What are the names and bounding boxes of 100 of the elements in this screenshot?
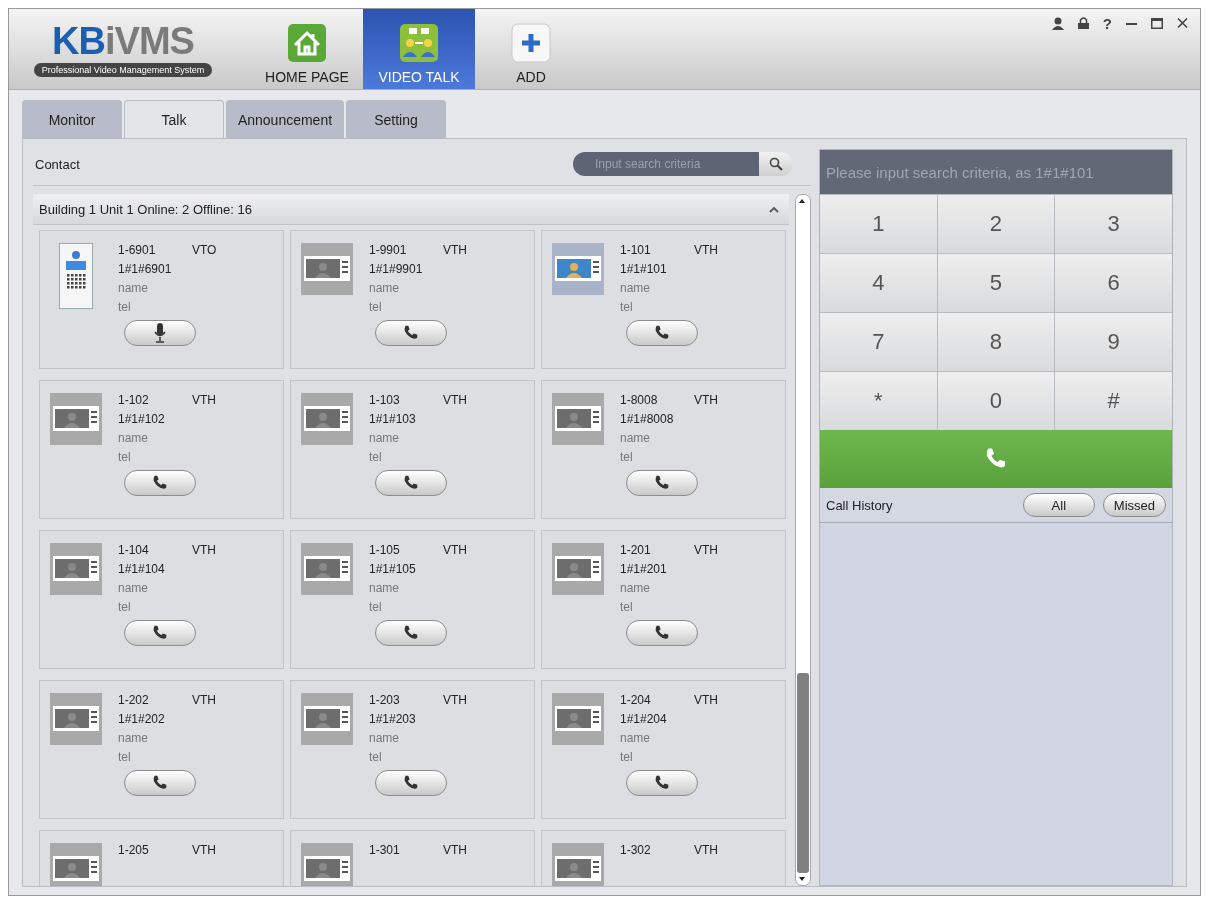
- device-address: 1#1#202: [118, 712, 166, 726]
- device-id: 1-201: [620, 543, 652, 557]
- device-type: VTH: [443, 393, 467, 407]
- scrollbar[interactable]: [795, 194, 811, 886]
- call-button[interactable]: [123, 620, 196, 646]
- call-history-title: Call History: [826, 497, 893, 513]
- monitor-icon: [50, 693, 102, 745]
- close-icon[interactable]: [1177, 17, 1188, 29]
- device-address: 1#1#201: [620, 562, 668, 576]
- talk-button[interactable]: [123, 320, 196, 346]
- tab[interactable]: Announcement: [226, 100, 344, 138]
- call-button[interactable]: [374, 320, 447, 346]
- device-name: name: [118, 281, 150, 295]
- dial-key[interactable]: 3: [1055, 195, 1172, 253]
- device-tel: tel: [369, 750, 383, 764]
- device-name: name: [620, 581, 652, 595]
- monitor-icon: [301, 543, 353, 595]
- nav-button[interactable]: VIDEO TALK: [363, 9, 475, 89]
- device-type: VTH: [443, 543, 467, 557]
- device-type: VTH: [694, 543, 718, 557]
- device-id: 1-105: [369, 543, 401, 557]
- device-address: 1#1#102: [118, 412, 166, 426]
- group-title: Building 1 Unit 1 Online: 2 Offline: 16: [39, 201, 252, 217]
- device-address: 1#1#8008: [620, 412, 675, 426]
- plus-icon: [511, 23, 551, 63]
- call-button[interactable]: [625, 620, 698, 646]
- dial-search-field[interactable]: Please input search criteria, as 1#1#101: [820, 150, 1172, 194]
- dial-key[interactable]: 9: [1055, 313, 1172, 371]
- call-button[interactable]: [625, 320, 698, 346]
- device-tel: tel: [118, 750, 132, 764]
- device-type: VTH: [192, 693, 216, 707]
- call-button[interactable]: [374, 620, 447, 646]
- monitor-icon: [50, 843, 102, 886]
- dial-key[interactable]: #: [1055, 372, 1172, 430]
- device-address: 1#1#203: [369, 712, 417, 726]
- device-id: 1-104: [118, 543, 150, 557]
- device-address: 1#1#104: [118, 562, 166, 576]
- collapse-icon[interactable]: [769, 205, 779, 213]
- search-field[interactable]: Input search criteria: [573, 152, 759, 176]
- device-tel: tel: [620, 450, 634, 464]
- device-tel: tel: [369, 450, 383, 464]
- dial-key[interactable]: 5: [937, 254, 1055, 312]
- device-name: name: [369, 731, 401, 745]
- search-icon: [769, 157, 783, 171]
- device-id: 1-101: [620, 243, 652, 257]
- dial-key[interactable]: 4: [820, 254, 937, 312]
- dial-key[interactable]: 1: [820, 195, 937, 253]
- device-tel: tel: [369, 300, 383, 314]
- group-header[interactable]: Building 1 Unit 1 Online: 2 Offline: 16: [33, 194, 789, 225]
- device-name: name: [369, 581, 401, 595]
- device-id: 1-103: [369, 393, 401, 407]
- device-id: 1-203: [369, 693, 401, 707]
- nav-button[interactable]: ADD: [475, 9, 587, 89]
- device-id: 1-202: [118, 693, 150, 707]
- monitor-icon: [552, 243, 604, 295]
- call-button[interactable]: [625, 770, 698, 796]
- scrollbar-thumb[interactable]: [797, 673, 809, 873]
- filter-button[interactable]: All: [1022, 493, 1095, 517]
- device-id: 1-204: [620, 693, 652, 707]
- device-tel: tel: [118, 600, 132, 614]
- logo-tagline: Professional Video Management System: [33, 63, 213, 77]
- user-icon[interactable]: [1051, 17, 1064, 30]
- call-button[interactable]: [123, 470, 196, 496]
- device-tel: tel: [620, 300, 634, 314]
- dial-key[interactable]: 8: [937, 313, 1055, 371]
- dial-key[interactable]: 0: [937, 372, 1055, 430]
- device-name: name: [620, 281, 652, 295]
- monitor-icon: [301, 693, 353, 745]
- tab[interactable]: Monitor: [22, 100, 122, 138]
- device-type: VTH: [694, 843, 718, 857]
- nav-button[interactable]: HOME PAGE: [251, 9, 363, 89]
- device-address: 1#1#101: [620, 262, 668, 276]
- dial-key[interactable]: 2: [937, 195, 1055, 253]
- device-type: VTH: [443, 693, 467, 707]
- dial-key[interactable]: 7: [820, 313, 937, 371]
- house-icon: [287, 23, 327, 63]
- call-button[interactable]: [123, 770, 196, 796]
- monitor-icon: [50, 543, 102, 595]
- device-tel: tel: [620, 750, 634, 764]
- call-button[interactable]: [374, 470, 447, 496]
- lock-icon[interactable]: [1077, 17, 1089, 29]
- monitor-icon: [50, 393, 102, 445]
- dial-key[interactable]: *: [820, 372, 937, 430]
- filter-button[interactable]: Missed: [1102, 493, 1166, 517]
- dial-key[interactable]: 6: [1055, 254, 1172, 312]
- call-button[interactable]: [374, 770, 447, 796]
- tab[interactable]: Talk: [124, 100, 224, 138]
- device-address: 1#1#105: [369, 562, 417, 576]
- monitor-icon: [552, 543, 604, 595]
- device-name: name: [118, 581, 150, 595]
- help-button[interactable]: ?: [1102, 17, 1112, 31]
- monitor-icon: [552, 393, 604, 445]
- microphone-icon: [153, 323, 166, 343]
- monitor-icon: [301, 393, 353, 445]
- maximize-icon[interactable]: [1151, 17, 1163, 29]
- device-name: name: [369, 431, 401, 445]
- call-button[interactable]: [625, 470, 698, 496]
- monitor-icon: [552, 843, 604, 886]
- tab[interactable]: Setting: [346, 100, 446, 138]
- search-button[interactable]: [759, 152, 793, 176]
